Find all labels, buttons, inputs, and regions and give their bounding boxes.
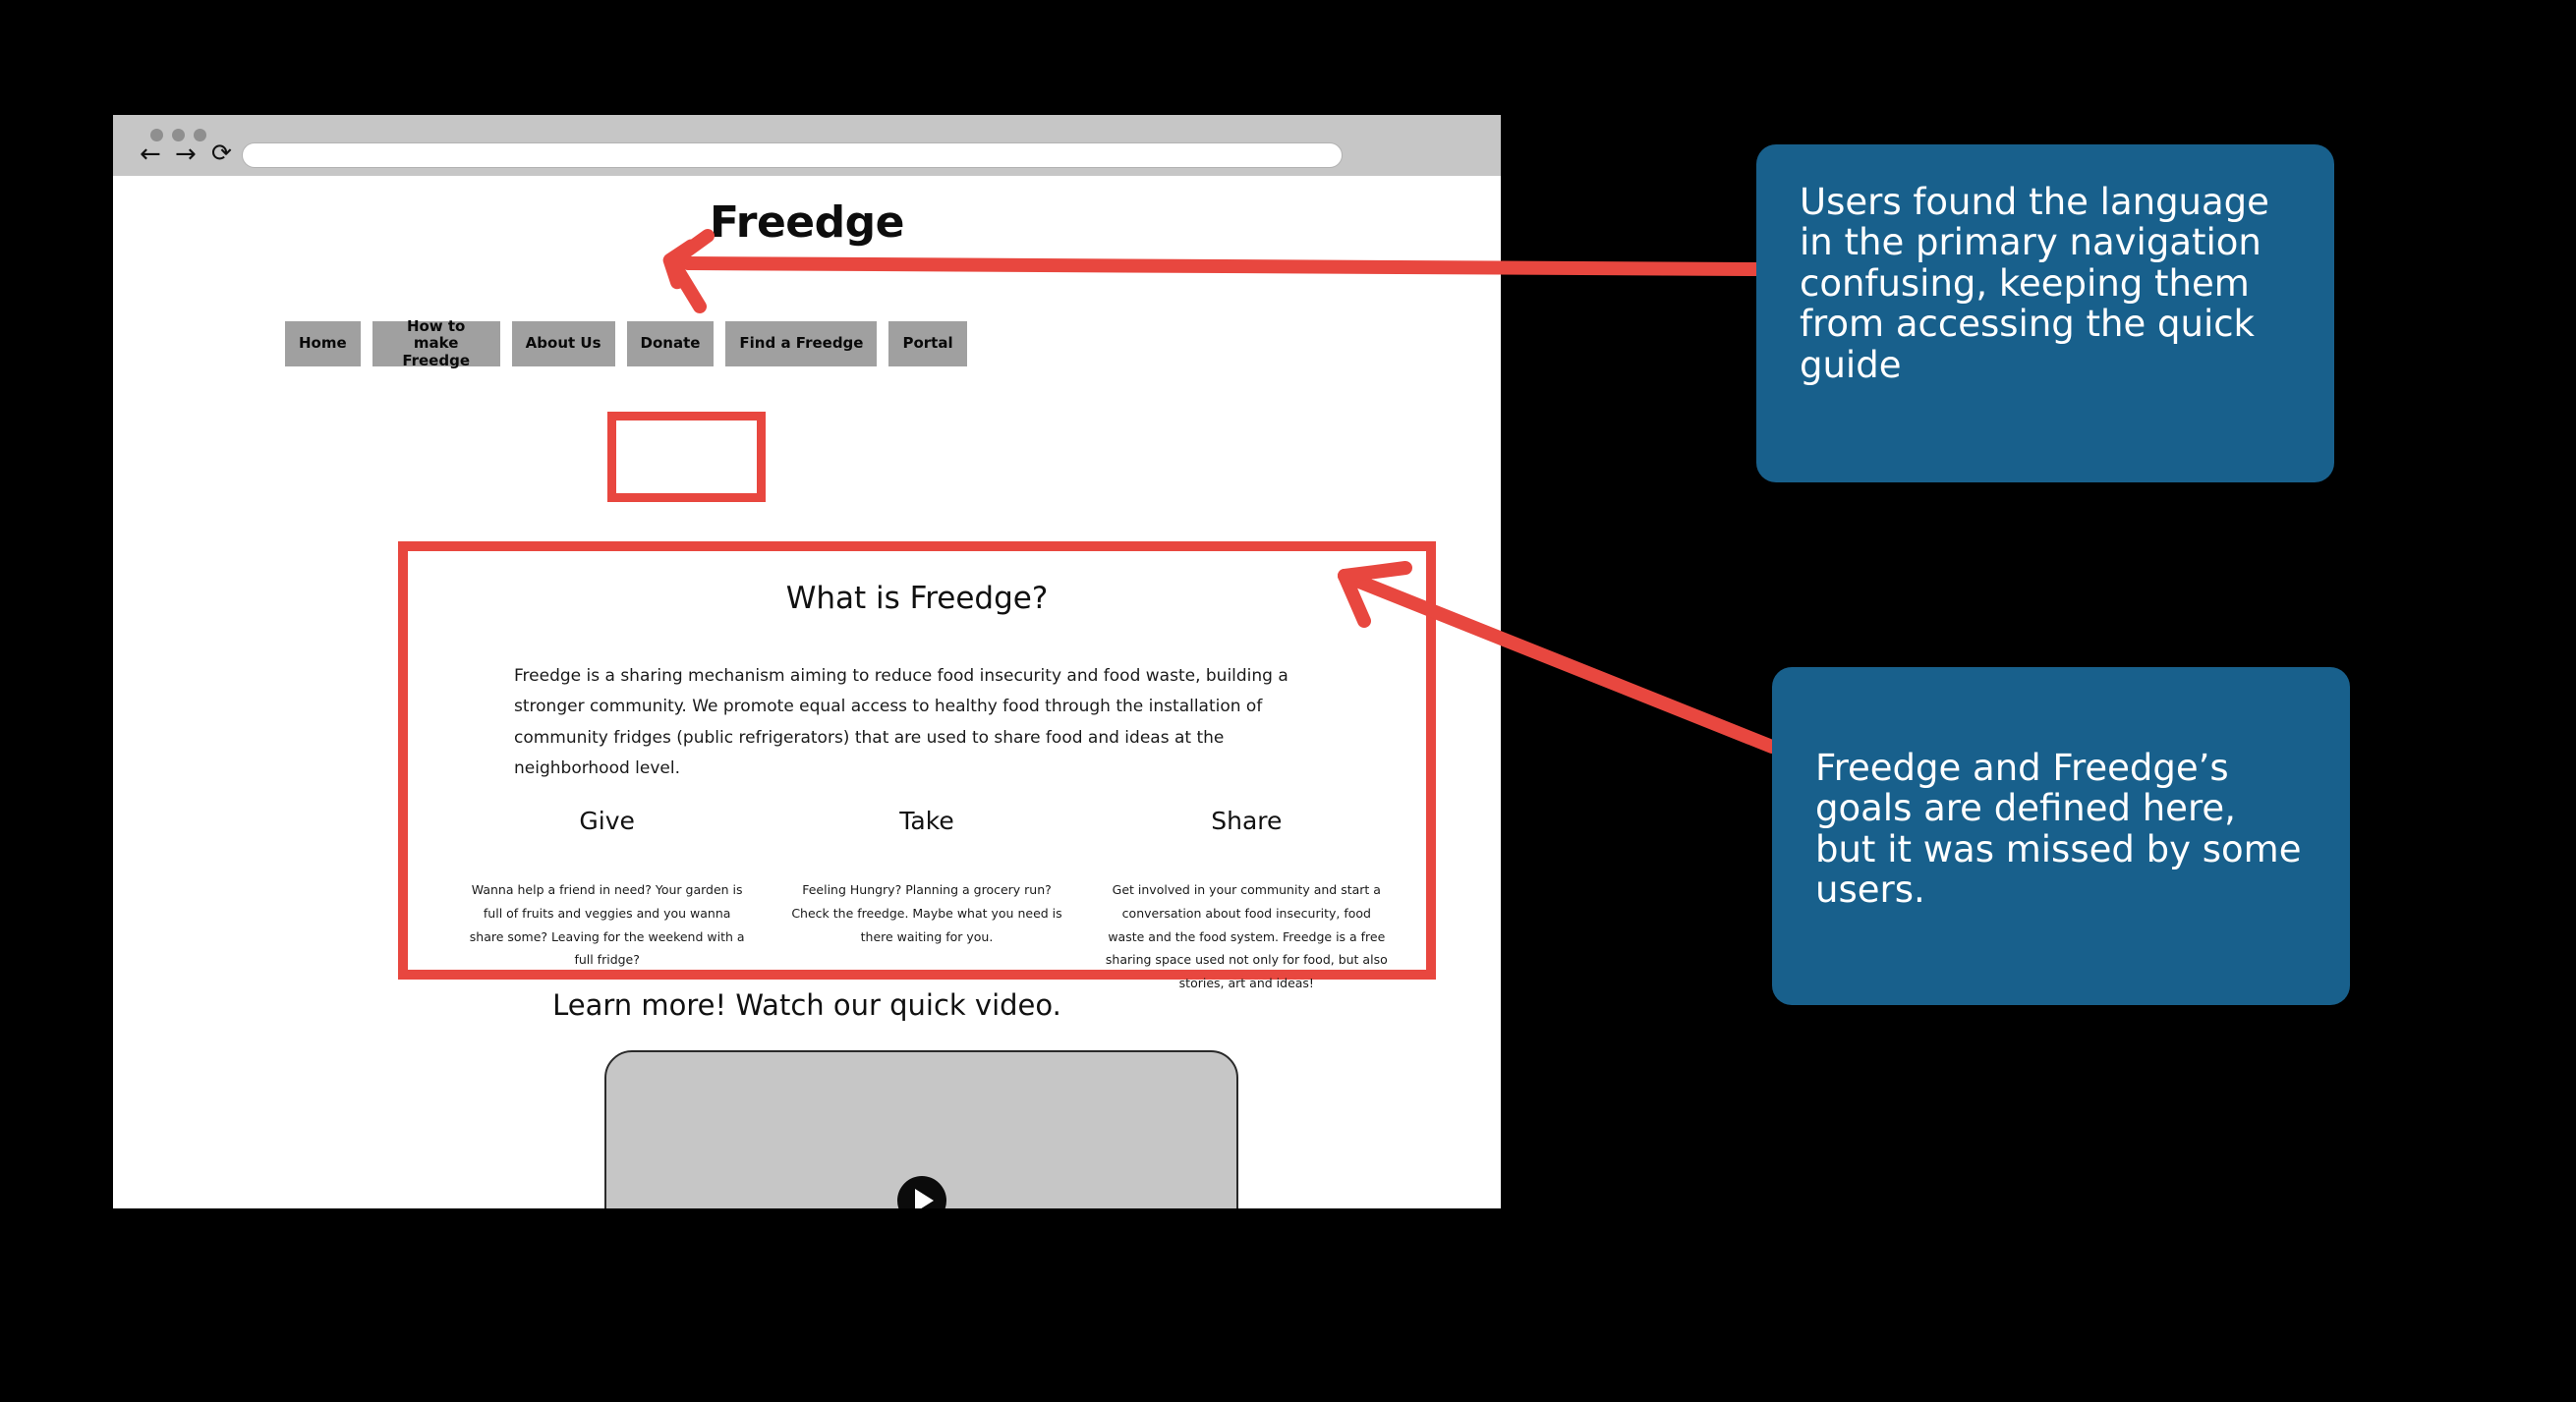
back-arrow-icon[interactable]: ← [140,141,161,167]
annotation-callout-goals: Freedge and Freedge’s goals are defined … [1772,667,2350,1005]
video-placeholder[interactable] [604,1050,1238,1208]
page-content: Freedge Home How to make Freedge About U… [113,176,1501,1208]
video-section-heading: Learn more! Watch our quick video. [552,988,1061,1022]
column-share-heading: Share [1211,807,1283,835]
reload-icon[interactable]: ⟳ [211,140,232,165]
browser-window: ← → ⟳ Freedge Home How to make Freedge A… [113,115,1501,1208]
forward-arrow-icon[interactable]: → [175,141,197,167]
annotation-callout-navigation: Users found the language in the primary … [1756,144,2334,482]
column-take: Take Feeling Hungry? Planning a grocery … [767,807,1086,995]
column-give-body: Wanna help a friend in need? Your garden… [469,882,745,968]
annotation-highlight-nav-item [607,412,766,502]
nav-item-home[interactable]: Home [285,321,361,366]
screenshot-canvas: ← → ⟳ Freedge Home How to make Freedge A… [0,0,2576,1402]
column-take-body: Feeling Hungry? Planning a grocery run? … [791,882,1062,944]
browser-chrome: ← → ⟳ [113,115,1501,176]
nav-item-find-a-freedge[interactable]: Find a Freedge [725,321,878,366]
nav-item-how-to-make-freedge[interactable]: How to make Freedge [372,318,500,368]
what-is-freedge-heading: What is Freedge? [785,581,1049,616]
nav-item-donate[interactable]: Donate [626,321,715,366]
column-share-body: Get involved in your community and start… [1105,882,1388,990]
site-title: Freedge [710,197,904,248]
column-give: Give Wanna help a friend in need? Your g… [447,807,767,995]
play-triangle [914,1188,934,1208]
primary-navigation: Home How to make Freedge About Us Donate… [285,318,967,368]
annotation-callout-goals-text: Freedge and Freedge’s goals are defined … [1815,747,2302,912]
url-input[interactable] [242,142,1343,168]
nav-item-about-us[interactable]: About Us [511,321,615,366]
annotation-highlight-what-is-freedge: What is Freedge? Freedge is a sharing me… [398,541,1436,990]
nav-item-portal[interactable]: Portal [888,321,967,366]
annotation-callout-navigation-text: Users found the language in the primary … [1800,181,2269,386]
what-is-freedge-paragraph: Freedge is a sharing mechanism aiming to… [514,666,1288,779]
column-give-heading: Give [579,807,635,835]
column-share: Share Get involved in your community and… [1087,807,1406,995]
play-icon[interactable] [896,1175,946,1208]
give-take-share-columns: Give Wanna help a friend in need? Your g… [447,807,1406,995]
column-take-heading: Take [899,807,954,835]
